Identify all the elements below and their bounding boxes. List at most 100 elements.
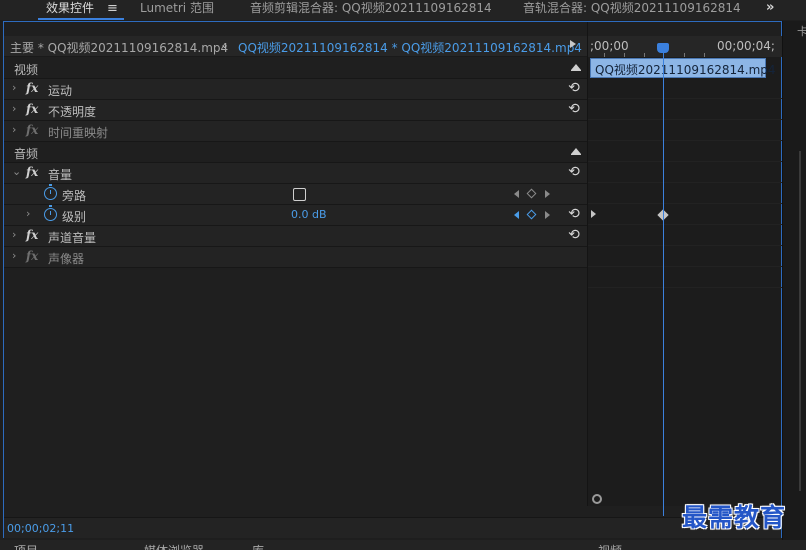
timeline-row xyxy=(588,267,782,288)
reset-icon[interactable]: ⟲ xyxy=(566,164,582,180)
ruler-tick xyxy=(644,53,645,57)
source-main-label[interactable]: 主要 * QQ视频20211109162814.mp4 xyxy=(10,39,228,56)
effect-label: 运动 xyxy=(48,84,73,98)
playhead-line[interactable] xyxy=(663,46,664,516)
add-keyframe-icon[interactable] xyxy=(526,209,537,220)
expand-chevron-icon[interactable]: › xyxy=(12,123,16,136)
tab-libraries[interactable]: 库 xyxy=(252,542,264,550)
effect-row-panner[interactable]: › fx 声像器 xyxy=(4,247,587,268)
section-label: 音频 xyxy=(14,147,39,161)
expand-chevron-icon[interactable]: › xyxy=(12,249,16,262)
current-timecode[interactable]: 00;00;02;11 xyxy=(7,522,74,535)
timeline-clip-name: QQ视频20211109162814.mp4 xyxy=(595,63,776,77)
effect-label: 时间重映射 xyxy=(48,126,109,140)
tab-video[interactable]: 视频 xyxy=(598,542,622,550)
tab-media-browser[interactable]: 媒体浏览器 xyxy=(144,542,204,550)
timeline-row xyxy=(588,183,782,204)
fx-icon[interactable]: fx xyxy=(26,165,38,179)
add-keyframe-icon[interactable] xyxy=(526,188,537,199)
neighbor-panel-edge: 卡 xyxy=(782,21,806,540)
effect-row-volume[interactable]: ⌄ fx 音量 ⟲ xyxy=(4,163,587,184)
playhead-handle[interactable] xyxy=(657,43,669,53)
neighbor-panel-label: 卡 xyxy=(797,25,806,38)
mini-timeline[interactable]: ;00;00 00;00;04; QQ视频20211109162814.mp4 xyxy=(587,36,782,516)
section-video[interactable]: 视频 xyxy=(4,58,587,79)
effect-row-motion[interactable]: › fx 运动 ⟲ xyxy=(4,79,587,100)
timeline-row xyxy=(588,246,782,267)
effect-label: 声道音量 xyxy=(48,231,97,245)
next-keyframe-icon[interactable] xyxy=(545,190,550,198)
ruler-tick xyxy=(624,53,625,57)
fx-icon[interactable]: fx xyxy=(26,81,38,95)
timeline-row xyxy=(588,99,782,120)
source-dropdown-chevron-icon[interactable]: ⌄ xyxy=(220,38,229,51)
timeline-row xyxy=(588,162,782,183)
expand-chevron-icon[interactable]: › xyxy=(12,228,16,241)
ruler-tick xyxy=(604,53,605,57)
param-label: 级别 xyxy=(62,210,87,224)
expand-chevron-icon[interactable]: › xyxy=(12,81,16,94)
param-row-level: › 级别 0.0 dB ⟲ xyxy=(4,205,587,226)
next-keyframe-icon[interactable] xyxy=(545,211,550,219)
panel-menu-icon[interactable]: ≡ xyxy=(107,1,119,17)
param-row-bypass: 旁路 xyxy=(4,184,587,205)
fx-icon: fx xyxy=(26,123,39,137)
show-timeline-play-icon[interactable] xyxy=(570,40,576,48)
active-tab-underline xyxy=(38,18,124,20)
fx-icon: fx xyxy=(26,249,39,263)
reset-icon[interactable]: ⟲ xyxy=(566,101,582,117)
ruler-tick xyxy=(684,53,685,57)
timeline-clip[interactable]: QQ视频20211109162814.mp4 xyxy=(590,58,776,78)
reset-icon[interactable]: ⟲ xyxy=(566,227,582,243)
expand-chevron-icon[interactable]: › xyxy=(26,207,30,220)
bypass-checkbox[interactable] xyxy=(293,188,306,201)
panel-tab-bar: 效果控件 ≡ Lumetri 范围 音频剪辑混合器: QQ视频202111091… xyxy=(0,0,806,20)
level-value[interactable]: 0.0 dB xyxy=(291,208,327,221)
section-label: 视频 xyxy=(14,63,39,77)
stopwatch-icon[interactable] xyxy=(44,205,57,221)
effect-row-channel-volume[interactable]: › fx 声道音量 ⟲ xyxy=(4,226,587,247)
effect-label: 不透明度 xyxy=(48,105,97,119)
ruler-start-timecode: ;00;00 xyxy=(590,39,629,53)
keyframe-offscreen-left-icon[interactable] xyxy=(591,210,596,218)
fx-icon[interactable]: fx xyxy=(26,102,38,116)
fx-icon[interactable]: fx xyxy=(26,228,38,242)
effect-label: 声像器 xyxy=(48,252,85,266)
time-ruler[interactable]: ;00;00 00;00;04; xyxy=(588,36,782,57)
prev-keyframe-icon[interactable] xyxy=(514,190,519,198)
param-label: 旁路 xyxy=(62,189,87,203)
timeline-row xyxy=(588,204,782,225)
tab-audio-clip-mixer[interactable]: 音频剪辑混合器: QQ视频20211109162814 xyxy=(250,0,492,20)
tab-overflow-icon[interactable]: » xyxy=(766,0,780,18)
tab-lumetri-scopes[interactable]: Lumetri 范围 xyxy=(140,0,214,20)
effect-row-opacity[interactable]: › fx 不透明度 ⟲ xyxy=(4,100,587,121)
watermark-logo: 最需教育 xyxy=(682,503,787,532)
ruler-tick xyxy=(704,53,705,57)
expand-chevron-icon[interactable]: › xyxy=(12,102,16,115)
collapse-up-icon[interactable] xyxy=(571,148,581,155)
effect-controls-panel: 主要 * QQ视频20211109162814.mp4 ⌄ QQ视频202111… xyxy=(3,21,782,538)
timeline-row xyxy=(588,225,782,246)
collapse-chevron-icon[interactable]: ⌄ xyxy=(12,165,21,178)
stopwatch-icon[interactable] xyxy=(44,184,57,200)
timeline-row xyxy=(588,120,782,141)
section-audio[interactable]: 音频 xyxy=(4,142,587,163)
source-clip-label[interactable]: QQ视频20211109162814 * QQ视频20211109162814.… xyxy=(238,39,582,56)
tab-effect-controls[interactable]: 效果控件 xyxy=(46,0,94,20)
ruler-end-timecode: 00;00;04; xyxy=(717,39,775,53)
bottom-panel-tabs: 项目 媒体浏览器 库 视频 xyxy=(0,540,806,550)
neighbor-panel-scrollbar[interactable] xyxy=(799,151,801,491)
panel-divider xyxy=(587,22,588,36)
reset-icon[interactable]: ⟲ xyxy=(566,206,582,222)
tab-project[interactable]: 项目 xyxy=(14,542,38,550)
zoom-handle[interactable] xyxy=(592,494,602,504)
panel-footer: 00;00;02;11 xyxy=(4,517,781,538)
collapse-up-icon[interactable] xyxy=(571,64,581,71)
timeline-row xyxy=(588,78,782,99)
tab-audio-track-mixer[interactable]: 音轨混合器: QQ视频20211109162814 xyxy=(523,0,741,20)
effect-label: 音量 xyxy=(48,168,73,182)
effect-row-time-remap[interactable]: › fx 时间重映射 xyxy=(4,121,587,142)
source-selector-bar: 主要 * QQ视频20211109162814.mp4 ⌄ QQ视频202111… xyxy=(4,36,587,57)
reset-icon[interactable]: ⟲ xyxy=(566,80,582,96)
prev-keyframe-icon[interactable] xyxy=(514,211,519,219)
